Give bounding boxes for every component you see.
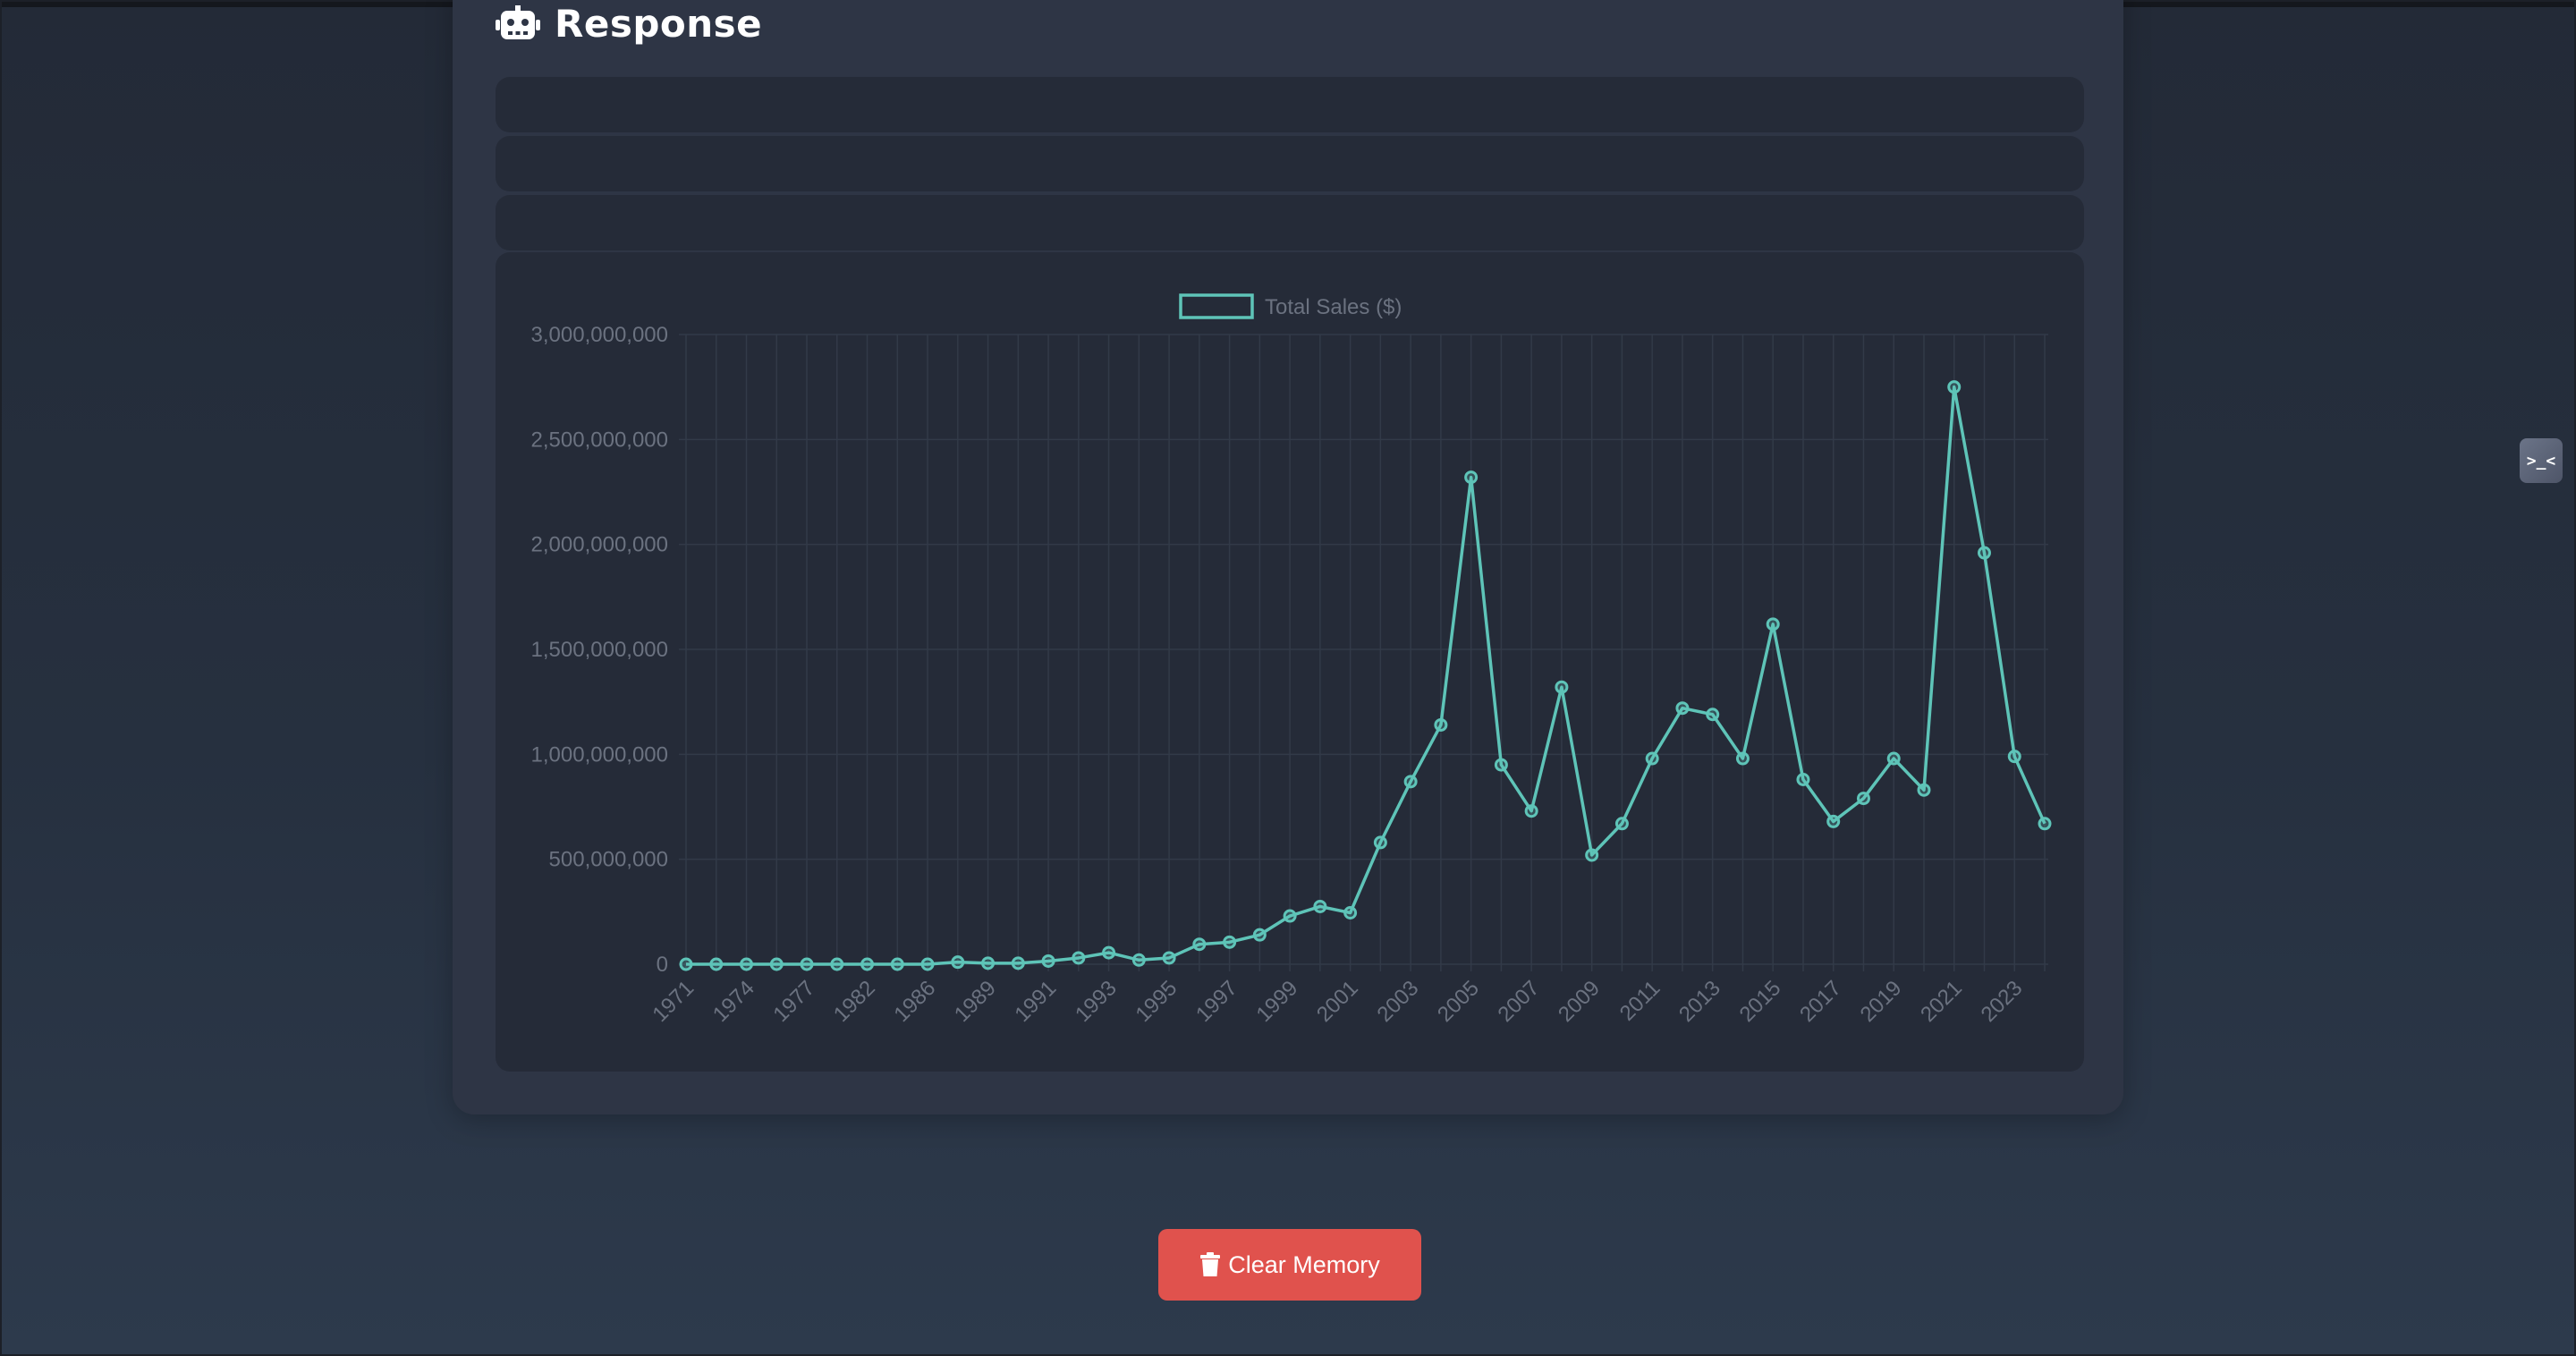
x-tick-label: 2015 — [1735, 976, 1786, 1027]
x-tick-label: 1986 — [889, 976, 940, 1027]
x-tick-label: 2007 — [1494, 976, 1545, 1027]
side-panel-toggle[interactable]: >_< — [2520, 438, 2563, 483]
data-point — [1223, 935, 1237, 949]
data-point — [1131, 953, 1146, 967]
data-point — [1735, 751, 1750, 766]
robot-icon — [496, 5, 540, 39]
y-tick-label: 2,500,000,000 — [531, 428, 668, 452]
data-point — [1766, 617, 1780, 631]
clear-memory-button[interactable]: Clear Memory — [1158, 1229, 1421, 1301]
side-toggle-label: >_< — [2526, 451, 2556, 470]
data-point — [1494, 758, 1508, 772]
x-tick-label: 1999 — [1252, 976, 1303, 1027]
data-point — [981, 956, 996, 970]
data-point — [1826, 814, 1841, 828]
data-point — [709, 957, 724, 971]
data-point — [740, 957, 754, 971]
data-point — [1524, 804, 1538, 818]
data-point — [920, 957, 935, 971]
x-tick-label: 1974 — [708, 976, 759, 1027]
data-point — [1585, 848, 1599, 862]
x-tick-label: 1995 — [1131, 976, 1182, 1027]
x-tick-label: 2023 — [1977, 976, 2028, 1027]
data-point — [1796, 772, 1810, 786]
x-tick-label: 2019 — [1856, 976, 1907, 1027]
x-tick-label: 1982 — [829, 976, 880, 1027]
data-point — [1977, 546, 1991, 560]
data-point — [1041, 953, 1055, 968]
data-point — [1856, 792, 1870, 806]
x-tick-label: 2005 — [1433, 976, 1484, 1027]
clear-memory-label: Clear Memory — [1228, 1250, 1380, 1278]
x-tick-label: 2013 — [1674, 976, 1725, 1027]
y-tick-label: 500,000,000 — [549, 848, 668, 872]
y-tick-label: 1,500,000,000 — [531, 638, 668, 662]
data-point — [1102, 945, 1116, 960]
x-tick-label: 2011 — [1615, 976, 1665, 1026]
response-section-1 — [496, 77, 2084, 132]
data-point — [1252, 928, 1267, 942]
data-point — [2038, 817, 2052, 831]
response-section-2 — [496, 136, 2084, 191]
data-point — [1313, 899, 1327, 913]
data-point — [860, 957, 875, 971]
response-header: Response — [496, 1, 763, 46]
data-point — [1464, 470, 1479, 485]
y-tick-label: 3,000,000,000 — [531, 323, 668, 347]
data-point — [951, 955, 965, 970]
x-tick-label: 1971 — [648, 976, 699, 1027]
series-line — [686, 385, 2046, 966]
data-point — [1343, 906, 1358, 920]
data-point — [1162, 951, 1176, 965]
data-point — [830, 957, 844, 971]
data-point — [2007, 750, 2021, 764]
data-point — [1645, 751, 1659, 766]
chart-container: 0 500,000,000 1,000,000,000 1,500,000,000 2,… — [496, 252, 2084, 1072]
trash-icon — [1200, 1252, 1221, 1276]
data-point — [1675, 701, 1690, 716]
data-point — [1947, 380, 1962, 394]
x-tick-label: 2017 — [1795, 976, 1846, 1027]
data-point — [1403, 775, 1418, 789]
x-tick-label: 1993 — [1071, 976, 1122, 1027]
data-point — [769, 957, 784, 971]
legend-swatch — [1179, 293, 1254, 319]
y-tick-label: 1,000,000,000 — [531, 742, 668, 767]
data-point — [1886, 751, 1901, 766]
x-tick-label: 2003 — [1373, 976, 1424, 1027]
page-title: Response — [555, 1, 763, 46]
y-tick-label: 2,000,000,000 — [531, 533, 668, 557]
x-tick-label: 2009 — [1554, 976, 1605, 1027]
sales-line-chart: 0 500,000,000 1,000,000,000 1,500,000,000 2,… — [531, 293, 2052, 1027]
y-tick-label: 0 — [657, 953, 668, 977]
data-point — [1434, 717, 1448, 732]
data-point — [1192, 937, 1207, 952]
data-point — [1706, 708, 1720, 722]
data-point — [1917, 783, 1931, 797]
data-point — [800, 957, 814, 971]
response-section-3 — [496, 195, 2084, 250]
x-tick-label: 2021 — [1916, 976, 1967, 1027]
x-tick-label: 2001 — [1312, 976, 1363, 1027]
data-point — [1283, 909, 1297, 923]
x-tick-label: 1991 — [1010, 976, 1061, 1027]
legend-label: Total Sales ($) — [1265, 295, 1402, 319]
data-point — [1011, 956, 1025, 970]
x-tick-label: 1997 — [1191, 976, 1242, 1027]
data-point — [1614, 817, 1629, 831]
data-point — [1555, 680, 1569, 694]
data-point — [679, 957, 693, 971]
data-point — [1373, 835, 1387, 850]
data-point — [1072, 951, 1086, 965]
x-tick-label: 1977 — [768, 976, 819, 1027]
x-tick-label: 1989 — [950, 976, 1001, 1027]
data-point — [890, 957, 904, 971]
